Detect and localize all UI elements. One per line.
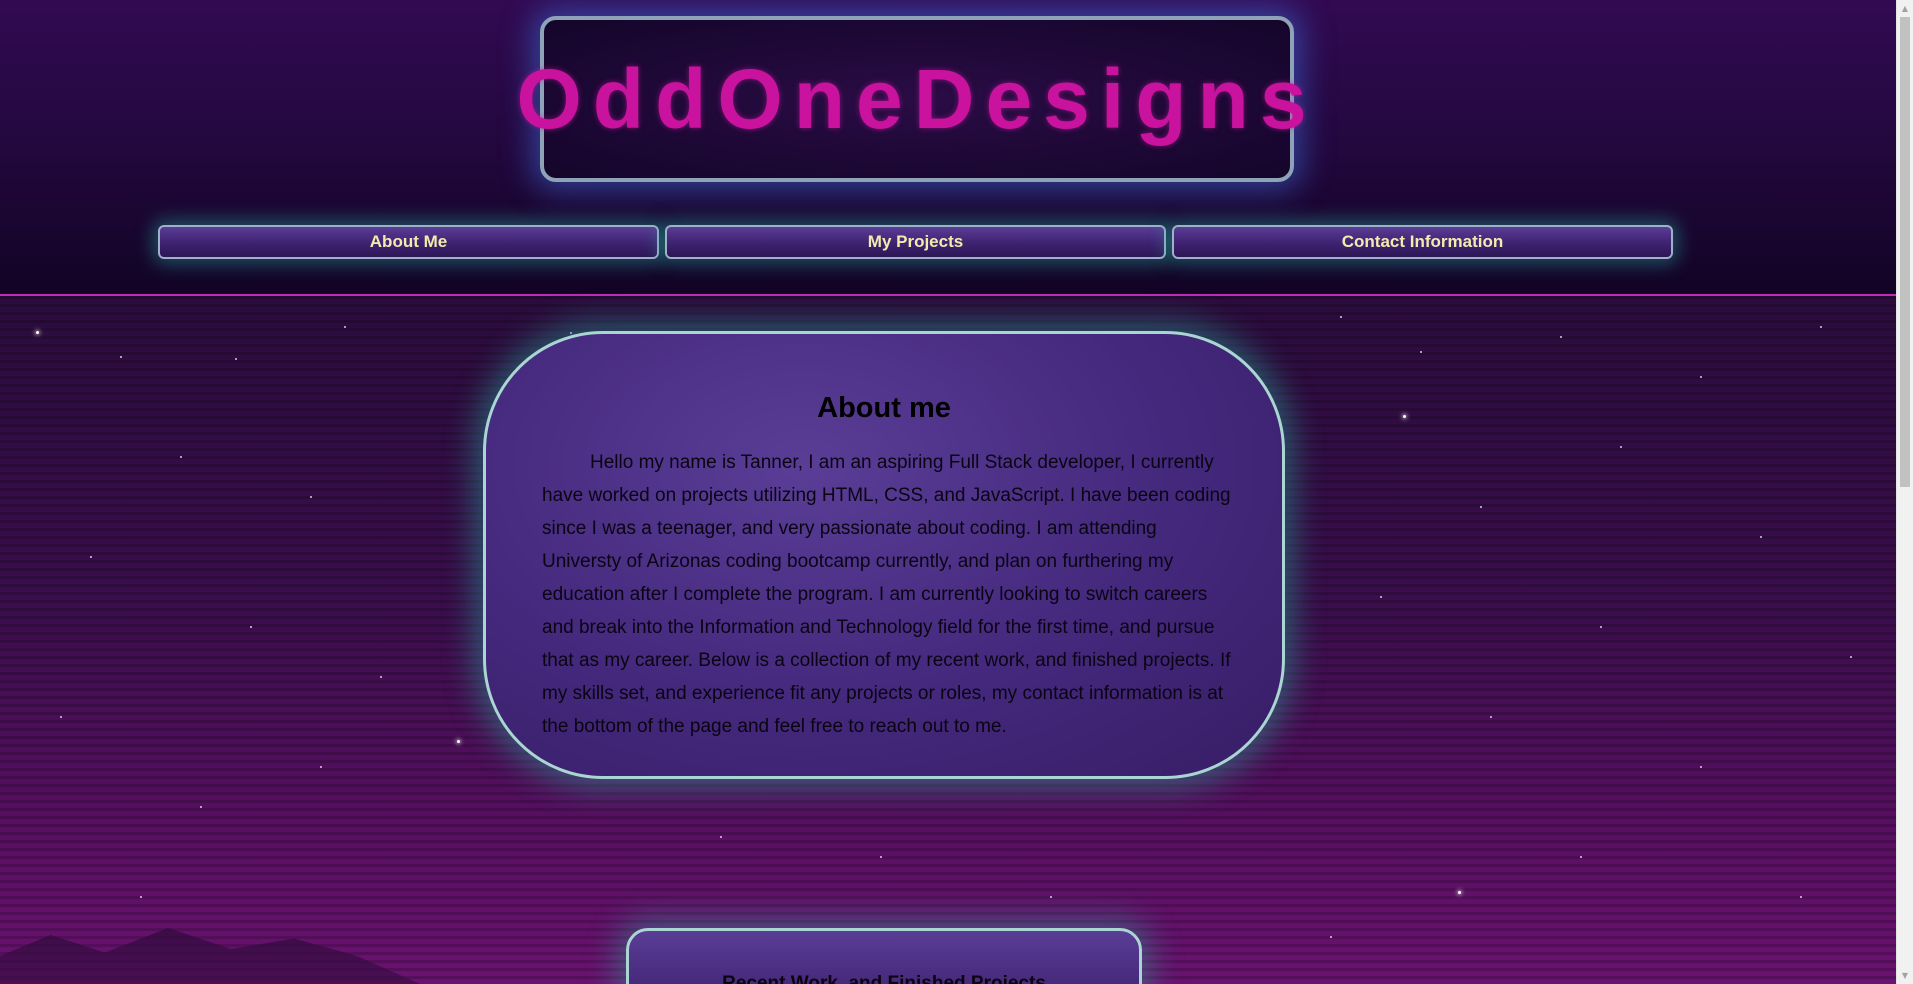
about-me-heading: About me xyxy=(817,392,951,425)
star xyxy=(1340,316,1342,318)
page-scrollbar[interactable]: ▲ ▼ xyxy=(1896,0,1913,984)
chevron-down-icon[interactable]: ▼ xyxy=(1897,967,1913,984)
star xyxy=(310,496,312,498)
scrollbar-thumb[interactable] xyxy=(1900,17,1910,487)
nav-my-projects-button[interactable]: My Projects xyxy=(665,225,1166,259)
about-me-card: About me Hello my name is Tanner, I am a… xyxy=(483,331,1285,779)
recent-work-heading: Recent Work, and Finished Projects xyxy=(722,972,1046,984)
mountain-silhouette xyxy=(0,928,420,984)
star xyxy=(380,676,382,678)
nav-contact-information-button[interactable]: Contact Information xyxy=(1172,225,1673,259)
main-nav: About Me My Projects Contact Information xyxy=(158,225,1673,259)
star xyxy=(1700,766,1702,768)
star xyxy=(60,716,62,718)
star xyxy=(1800,896,1802,898)
recent-work-card: Recent Work, and Finished Projects xyxy=(626,928,1142,984)
chevron-up-icon[interactable]: ▲ xyxy=(1897,0,1913,17)
star xyxy=(1380,596,1382,598)
star xyxy=(1600,626,1602,628)
star xyxy=(180,456,182,458)
star xyxy=(457,740,460,743)
star xyxy=(880,856,882,858)
logo-text: OddOneDesigns xyxy=(516,51,1318,146)
star xyxy=(1490,716,1492,718)
star xyxy=(250,626,252,628)
site-header: OddOneDesigns About Me My Projects Conta… xyxy=(0,0,1896,296)
star xyxy=(1580,856,1582,858)
star xyxy=(90,556,92,558)
star xyxy=(1620,446,1622,448)
logo-banner: OddOneDesigns xyxy=(516,16,1307,182)
star xyxy=(140,896,142,898)
star xyxy=(1820,326,1822,328)
star xyxy=(720,836,722,838)
star xyxy=(1403,415,1406,418)
star xyxy=(1050,896,1052,898)
star xyxy=(1560,336,1562,338)
star xyxy=(1700,376,1702,378)
star xyxy=(200,806,202,808)
about-me-paragraph: Hello my name is Tanner, I am an aspirin… xyxy=(542,452,1231,737)
star xyxy=(120,356,122,358)
star xyxy=(1330,936,1332,938)
star xyxy=(36,331,39,334)
star xyxy=(1480,506,1482,508)
star xyxy=(1420,351,1422,353)
nav-about-me-button[interactable]: About Me xyxy=(158,225,659,259)
star xyxy=(570,332,572,334)
star xyxy=(235,358,237,360)
star xyxy=(1458,891,1461,894)
star xyxy=(344,326,346,328)
star xyxy=(1850,656,1852,658)
star xyxy=(1760,536,1762,538)
star xyxy=(320,766,322,768)
